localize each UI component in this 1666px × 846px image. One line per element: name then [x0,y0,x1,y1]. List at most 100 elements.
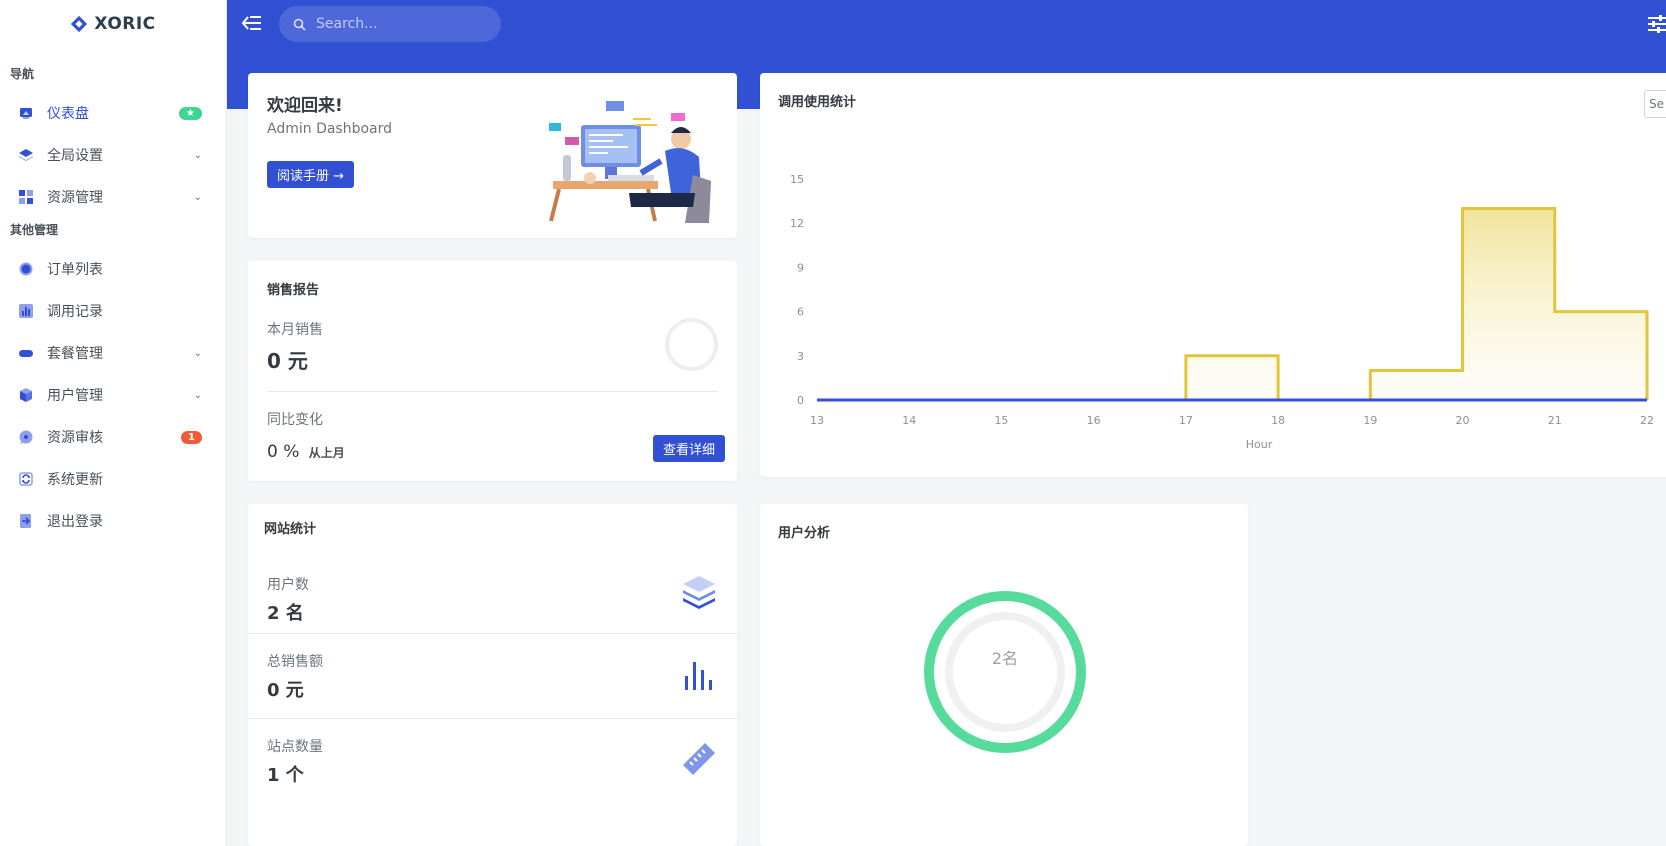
topbar [227,0,1666,47]
site-stats-card: 网站统计 用户数 2 名 总销售额 0 元 站点数量 1 个 [248,504,737,846]
box-icon [18,387,34,403]
user-donut-chart [924,591,1086,753]
chevron-down-icon: ⌄ [193,191,202,203]
sidebar-item-logout[interactable]: 退出登录 [0,500,226,542]
sidebar-item-label: 系统更新 [47,472,103,488]
sidebar-item-label: 全局设置 [47,148,103,164]
x-tick-label: 14 [902,414,916,427]
usage-title: 调用使用统计 [778,95,857,110]
stat-row-total-sales: 总销售额 0 元 [248,633,737,718]
sidebar-item-label: 仪表盘 [47,106,89,122]
view-details-button[interactable]: 查看详细 [653,435,726,462]
stat-value: 2 名 [267,603,304,624]
search-icon [293,18,306,31]
x-tick-label: 18 [1271,414,1285,427]
user-analysis-card: 用户分析 2名 [760,504,1248,846]
sidebar-item-orders[interactable]: 订单列表 [0,248,226,290]
chevron-down-icon: ⌄ [193,149,202,161]
sidebar-item-label: 资源审核 [47,430,103,446]
chevron-down-icon: ⌄ [193,389,202,401]
brand-name: XORIC [94,14,156,34]
sidebar-item-call-records[interactable]: 调用记录 [0,290,226,332]
x-axis-label: Hour [1246,438,1273,451]
sidebar-item-users[interactable]: 用户管理 ⌄ [0,374,226,416]
ruler-icon [683,743,715,775]
usage-chart-card: 0 3 6 9 12 15 13 14 15 16 17 18 19 20 21 22 Hour 调用使用统计 … [760,73,1666,477]
sidebar-item-resource-management[interactable]: 资源管理 ⌄ [0,176,226,218]
month-sales-value: 0 元 [267,349,308,373]
bar-chart-icon [18,303,34,319]
nav-heading-main: 导航 [10,67,35,81]
month-sales-label: 本月销售 [267,322,323,338]
x-tick-label: 20 [1456,414,1470,427]
change-value-wrap: 0 % 从上月 [267,442,345,462]
sidebar-item-label: 套餐管理 [47,346,103,362]
x-tick-label: 16 [1087,414,1101,427]
stat-value: 0 元 [267,680,304,701]
x-tick-label: 22 [1640,414,1654,427]
read-manual-button[interactable]: 阅读手册 → [267,161,355,188]
sales-progress-ring [665,318,718,371]
welcome-card: 欢迎回来! Admin Dashboard 阅读手册 → [248,73,737,238]
sales-title: 销售报告 [267,283,320,298]
change-value: 0 % [267,442,300,462]
y-tick-label: 0 [797,394,804,407]
nav-heading-other: 其他管理 [10,223,59,237]
dashboard-icon [18,105,34,121]
pill-icon [18,345,34,361]
stat-label: 用户数 [267,577,309,593]
developer-illustration [549,101,711,223]
change-suffix: 从上月 [308,446,345,460]
series-area-fill [817,208,1647,400]
divider [267,391,718,392]
sales-report-card: 销售报告 本月销售 0 元 同比变化 0 % 从上月 查看详细 [248,261,737,481]
refresh-icon [18,471,34,487]
range-select[interactable]: Se [1644,90,1666,118]
stat-label: 总销售额 [267,654,323,670]
stat-row-users: 用户数 2 名 [248,548,737,633]
y-tick-label: 9 [797,261,804,274]
usage-area-chart: 0 3 6 9 12 15 13 14 15 16 17 18 19 20 21 22 Hour [790,173,1654,451]
sidebar-item-label: 退出登录 [47,514,103,530]
sidebar-item-resource-review[interactable]: 资源审核 1 [0,416,226,458]
circle-icon [18,261,34,277]
settings-sliders-icon[interactable] [1648,14,1666,34]
y-tick-label: 12 [790,217,804,230]
sidebar-item-label: 用户管理 [47,388,103,404]
change-label: 同比变化 [267,412,323,428]
bar-chart-icon [685,662,712,690]
search-bar[interactable] [279,6,501,42]
welcome-subtitle: Admin Dashboard [267,121,393,137]
notification-badge: 1 [181,430,202,444]
x-tick-label: 19 [1363,414,1377,427]
stat-label: 站点数量 [267,739,323,755]
stat-value: 1 个 [267,765,304,786]
brand-logo-icon [71,15,88,33]
sidebar-item-packages[interactable]: 套餐管理 ⌄ [0,332,226,374]
grid-icon [18,189,34,205]
layers-stack-icon [683,576,715,609]
analysis-title: 用户分析 [778,526,831,541]
x-tick-label: 17 [1179,414,1193,427]
stat-row-site-count: 站点数量 1 个 [248,718,737,803]
site-stats-title: 网站统计 [264,522,317,537]
donut-center-label: 2名 [991,649,1019,668]
y-tick-label: 6 [797,306,804,319]
logout-icon [18,513,34,529]
layers-icon [18,147,34,163]
sidebar: XORIC 导航 仪表盘 ★ 全局设置 ⌄ 资源管理 ⌄ 其他管理 订单列表 调… [0,0,227,846]
y-tick-label: 15 [790,173,804,186]
brand[interactable]: XORIC [0,0,226,48]
chat-icon [18,429,34,445]
sidebar-item-system-update[interactable]: 系统更新 [0,458,226,500]
search-input[interactable] [316,16,476,32]
x-tick-label: 21 [1548,414,1562,427]
menu-collapse-icon[interactable] [241,13,263,33]
sidebar-item-label: 订单列表 [47,262,103,278]
x-tick-label: 13 [810,414,824,427]
sidebar-item-label: 调用记录 [47,304,103,320]
sidebar-item-global-settings[interactable]: 全局设置 ⌄ [0,134,226,176]
sidebar-item-label: 资源管理 [47,190,103,206]
x-tick-label: 15 [994,414,1008,427]
sidebar-item-dashboard[interactable]: 仪表盘 ★ [0,92,226,134]
